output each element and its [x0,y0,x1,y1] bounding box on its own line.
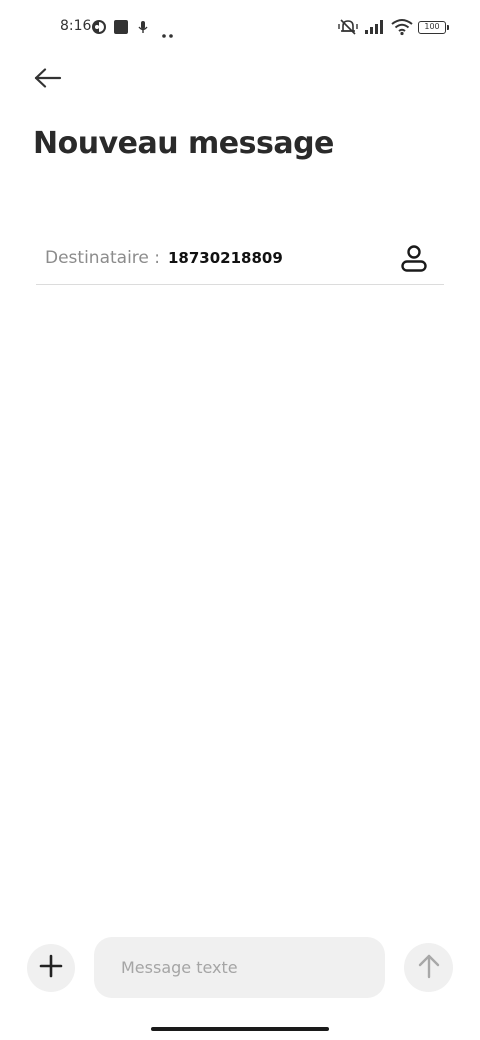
recipient-row: Destinataire : [36,232,444,285]
battery-icon: 100 [418,21,449,34]
plus-icon [39,954,63,982]
home-indicator[interactable] [151,1027,329,1031]
mute-vibrate-icon [338,17,358,41]
microphone-icon [137,19,149,39]
wifi-icon [391,18,413,40]
back-button[interactable] [28,62,68,98]
new-message-screen: 8:16 100 Nouveau message Destinataire: … [0,0,480,1040]
recipient-label: Destinataire : [45,248,160,268]
arrow-left-icon [34,68,62,92]
status-bar: 8:16 100 [0,0,480,56]
square-notification-icon [113,19,129,39]
recipient-input[interactable] [168,244,368,272]
message-text-input[interactable] [94,937,385,998]
status-time: 8:16 [60,18,92,34]
person-icon [399,243,429,277]
more-dots-icon [161,24,175,43]
add-attachment-button[interactable] [27,944,75,992]
contact-picker-button[interactable] [394,240,434,280]
send-button[interactable] [404,943,453,992]
app-notification-icon [91,19,107,39]
signal-icon [364,19,386,39]
arrow-up-icon [417,953,441,983]
page-title: Nouveau message [33,126,334,161]
